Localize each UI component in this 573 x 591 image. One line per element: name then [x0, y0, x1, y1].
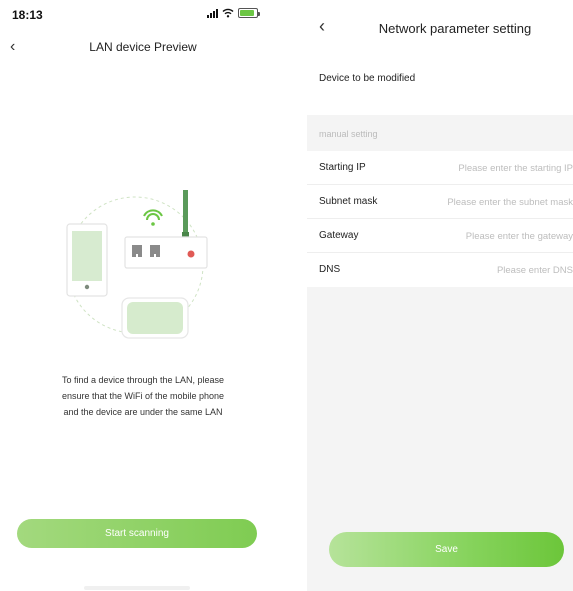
page-title: Network parameter setting	[378, 21, 532, 36]
status-time: 18:13	[12, 8, 43, 22]
device-to-modify-label: Device to be modified	[319, 73, 416, 84]
home-indicator	[84, 586, 190, 590]
subnet-mask-input[interactable]	[423, 191, 573, 213]
signal-icon	[207, 8, 218, 18]
nav-bar: ‹ LAN device Preview	[0, 34, 286, 62]
starting-ip-input[interactable]	[423, 157, 573, 179]
settings-header: ‹ Network parameter setting Device to be…	[307, 0, 573, 115]
phone-icon	[66, 223, 108, 297]
form-row-subnet-mask: Subnet mask	[307, 185, 573, 219]
status-icons	[207, 8, 260, 18]
start-scanning-button[interactable]: Start scanning	[17, 519, 257, 548]
form-row-dns: DNS	[307, 253, 573, 287]
section-label: manual setting	[319, 129, 378, 139]
starting-ip-label: Starting IP	[319, 162, 366, 173]
dns-label: DNS	[319, 264, 341, 275]
instruction-line: and the device are under the same LAN	[63, 407, 223, 417]
dns-input[interactable]	[423, 259, 573, 281]
wifi-status-icon	[222, 8, 234, 18]
router-icon	[124, 190, 208, 269]
device-box-icon	[121, 297, 189, 339]
lan-illustration	[66, 190, 208, 339]
gateway-label: Gateway	[319, 230, 359, 241]
back-button[interactable]: ‹	[319, 16, 325, 37]
network-settings-screen: ‹ Network parameter setting Device to be…	[307, 0, 573, 591]
instruction-text: To find a device through the LAN, please…	[28, 372, 258, 420]
form-row-gateway: Gateway	[307, 219, 573, 253]
lan-preview-screen: 18:13 ‹ LAN device Preview To find a dev…	[0, 0, 286, 591]
status-bar: 18:13	[0, 0, 286, 28]
subnet-mask-label: Subnet mask	[319, 196, 378, 207]
instruction-line: ensure that the WiFi of the mobile phone	[61, 391, 225, 401]
battery-icon	[238, 8, 260, 18]
form-row-starting-ip: Starting IP	[307, 151, 573, 185]
network-form: Starting IP Subnet mask Gateway DNS	[307, 151, 573, 287]
save-button[interactable]: Save	[329, 532, 564, 567]
gateway-input[interactable]	[423, 225, 573, 247]
instruction-line: To find a device through the LAN, please	[61, 375, 225, 385]
wifi-icon	[143, 209, 163, 226]
page-title: LAN device Preview	[89, 40, 197, 54]
